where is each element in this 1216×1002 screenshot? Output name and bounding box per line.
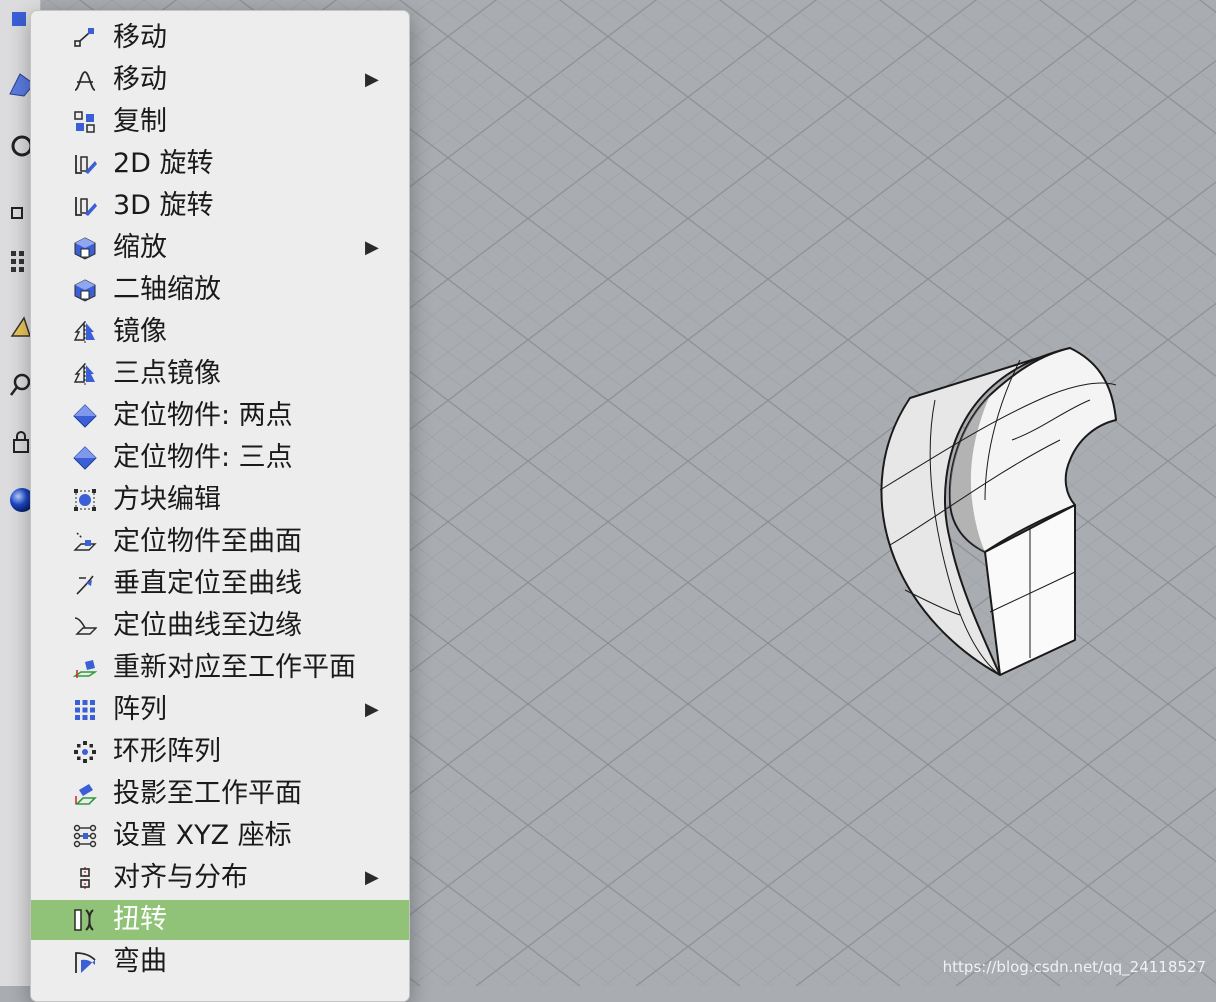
- menu-item-orient-2pt[interactable]: 定位物件: 两点: [31, 396, 409, 436]
- menu-item-box-edit[interactable]: 方块编辑: [31, 480, 409, 520]
- menu-item-mirror[interactable]: 镜像: [31, 312, 409, 352]
- menu-item-label: 设置 XYZ 座标: [113, 820, 292, 851]
- scale-2d-icon: [74, 279, 96, 302]
- menu-item-label: 三点镜像: [113, 358, 221, 389]
- twist-icon: [74, 909, 94, 931]
- submenu-arrow-icon: ▶: [365, 237, 379, 258]
- move-curve-icon: [74, 71, 96, 91]
- orient-3pt-icon: [73, 446, 97, 470]
- menu-item-twist[interactable]: 扭转: [31, 900, 409, 940]
- menu-item-label: 方块编辑: [113, 484, 221, 515]
- mirror-icon: [73, 321, 95, 343]
- move-icon: [74, 28, 94, 47]
- submenu-arrow-icon: ▶: [365, 867, 379, 888]
- transform-context-menu: 移动 移动 ▶ 复制 2D 旋转 3D 旋转 缩放 ▶ 二轴缩放 镜像 三点镜像 定位物件: 两点 定位…: [30, 10, 410, 1002]
- bend-icon: [75, 952, 96, 973]
- rotate-3d-icon: [75, 197, 97, 216]
- menu-item-label: 对齐与分布: [113, 862, 248, 893]
- menu-item-label: 定位物件: 两点: [113, 400, 293, 431]
- menu-item-align[interactable]: 对齐与分布 ▶: [31, 858, 409, 898]
- menu-item-label: 3D 旋转: [113, 190, 214, 221]
- menu-item-array[interactable]: 阵列 ▶: [31, 690, 409, 730]
- remap-cplane-icon: [73, 660, 97, 678]
- array-icon: [75, 700, 95, 720]
- orient-perp-curve-icon: [76, 575, 94, 595]
- box-edit-icon: [74, 489, 96, 511]
- menu-item-move-curve[interactable]: 移动 ▶: [31, 60, 409, 100]
- submenu-arrow-icon: ▶: [365, 699, 379, 720]
- watermark-text: https://blog.csdn.net/qq_24118527: [942, 958, 1206, 976]
- menu-item-label: 镜像: [113, 316, 167, 347]
- menu-item-scale-2d[interactable]: 二轴缩放: [31, 270, 409, 310]
- menu-item-label: 定位曲线至边缘: [113, 610, 302, 641]
- menu-item-label: 缩放: [113, 232, 167, 263]
- menu-item-label: 定位物件: 三点: [113, 442, 293, 473]
- menu-item-label: 弯曲: [113, 946, 167, 977]
- set-xyz-icon: [73, 824, 97, 848]
- submenu-arrow-icon: ▶: [365, 69, 379, 90]
- menu-item-label: 2D 旋转: [113, 148, 214, 179]
- orient-on-surface-icon: [73, 532, 97, 551]
- menu-item-scale[interactable]: 缩放 ▶: [31, 228, 409, 268]
- menu-item-move[interactable]: 移动: [31, 18, 409, 58]
- polar-array-icon: [74, 741, 96, 763]
- menu-item-orient-curve-edge[interactable]: 定位曲线至边缘: [31, 606, 409, 646]
- align-icon: [80, 867, 90, 889]
- menu-item-orient-perp-curve[interactable]: 垂直定位至曲线: [31, 564, 409, 604]
- menu-item-remap-cplane[interactable]: 重新对应至工作平面: [31, 648, 409, 688]
- menu-item-label: 移动: [113, 64, 167, 95]
- menu-item-label: 重新对应至工作平面: [113, 652, 356, 683]
- menu-item-label: 移动: [113, 22, 167, 53]
- copy-icon: [74, 111, 95, 133]
- scale-icon: [74, 237, 96, 260]
- project-cplane-icon: [75, 784, 97, 805]
- menu-item-label: 复制: [113, 106, 167, 137]
- mirror-3pt-icon: [73, 363, 95, 385]
- menu-item-copy[interactable]: 复制: [31, 102, 409, 142]
- menu-item-label: 定位物件至曲面: [113, 526, 302, 557]
- menu-item-orient-3pt[interactable]: 定位物件: 三点: [31, 438, 409, 478]
- menu-item-project-cplane[interactable]: 投影至工作平面: [31, 774, 409, 814]
- menu-item-label: 阵列: [113, 694, 167, 725]
- orient-2pt-icon: [73, 404, 97, 428]
- menu-item-orient-on-surface[interactable]: 定位物件至曲面: [31, 522, 409, 562]
- menu-item-label: 扭转: [113, 904, 167, 935]
- menu-item-label: 环形阵列: [113, 736, 221, 767]
- menu-item-label: 投影至工作平面: [113, 778, 302, 809]
- menu-item-rotate-2d[interactable]: 2D 旋转: [31, 144, 409, 184]
- menu-item-polar-array[interactable]: 环形阵列: [31, 732, 409, 772]
- menu-item-set-xyz[interactable]: 设置 XYZ 座标: [31, 816, 409, 856]
- menu-item-bend[interactable]: 弯曲: [31, 942, 409, 982]
- menu-item-label: 二轴缩放: [113, 274, 221, 305]
- menu-item-rotate-3d[interactable]: 3D 旋转: [31, 186, 409, 226]
- rotate-2d-icon: [75, 155, 97, 174]
- orient-curve-edge-icon: [74, 617, 97, 635]
- menu-item-label: 垂直定位至曲线: [113, 568, 302, 599]
- menu-item-mirror-3pt[interactable]: 三点镜像: [31, 354, 409, 394]
